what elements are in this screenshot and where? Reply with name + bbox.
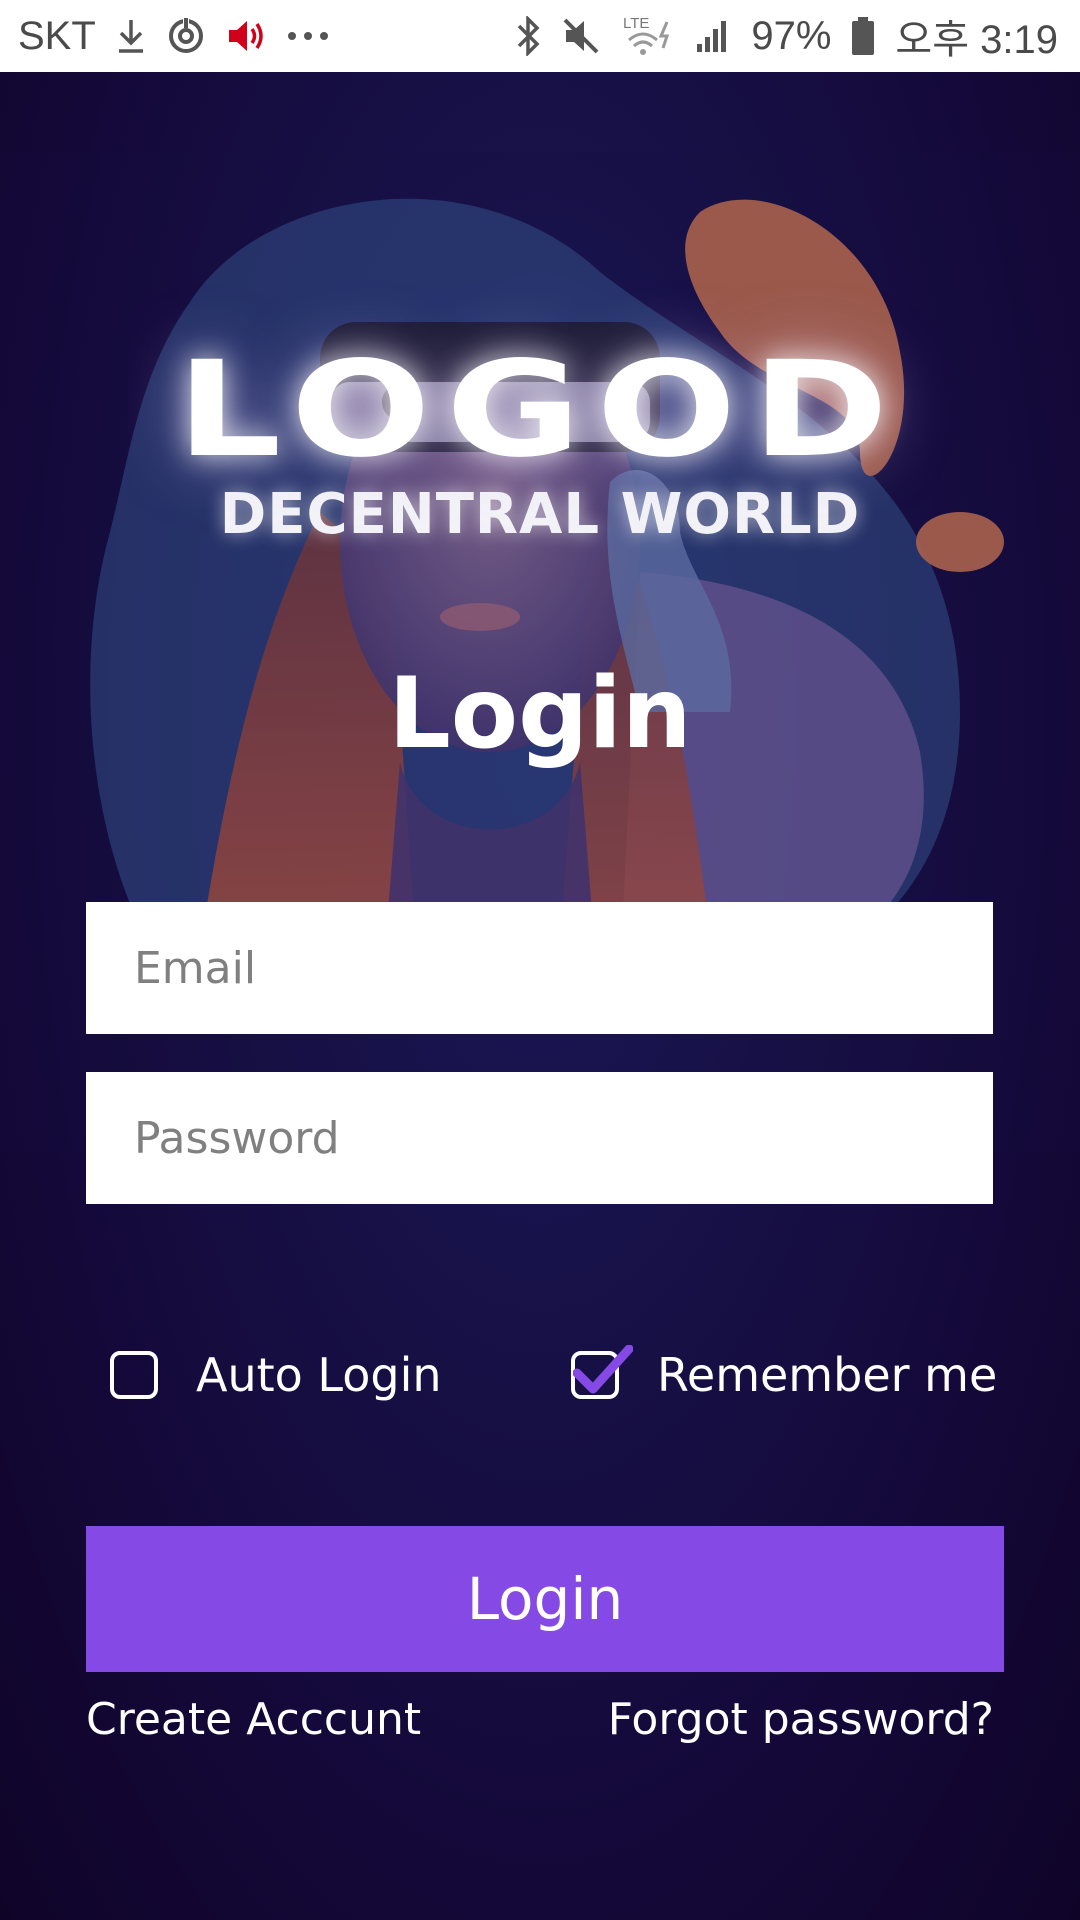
forgot-password-link[interactable]: Forgot password?	[608, 1694, 994, 1745]
status-bar-right: LTE 97% 오후 3:19	[515, 7, 1058, 65]
more-dots-icon	[286, 30, 330, 42]
page-title: Login	[388, 657, 692, 771]
logo-wordmark: LOGOD	[176, 333, 904, 487]
lte-signal-icon: LTE	[621, 14, 675, 58]
login-screen: LOGOD DECENTRAL WORLD Login Auto Login R…	[0, 72, 1080, 1920]
auto-login-option[interactable]: Auto Login	[110, 1348, 442, 1402]
battery-percent: 97%	[751, 13, 832, 58]
email-field[interactable]	[86, 902, 993, 1034]
battery-icon	[851, 16, 875, 56]
mute-icon	[561, 16, 601, 56]
volume-icon	[226, 18, 266, 54]
login-button[interactable]: Login	[86, 1526, 1004, 1672]
svg-text:LTE: LTE	[623, 15, 649, 32]
sync-icon	[166, 16, 206, 56]
remember-me-checkbox[interactable]	[571, 1345, 633, 1399]
auto-login-label: Auto Login	[196, 1348, 442, 1402]
app-logo: LOGOD DECENTRAL WORLD	[0, 340, 1080, 550]
remember-me-option[interactable]: Remember me	[571, 1345, 998, 1402]
auto-login-checkbox[interactable]	[110, 1351, 158, 1399]
clock: 오후 3:19	[895, 18, 1058, 62]
create-account-link[interactable]: Create Acccunt	[86, 1694, 421, 1745]
logo-tagline: DECENTRAL WORLD	[219, 482, 861, 547]
bluetooth-icon	[515, 16, 541, 56]
status-bar: SKT LTE 97% 오후 3:19	[0, 0, 1080, 72]
status-bar-left: SKT	[18, 14, 330, 59]
password-field[interactable]	[86, 1072, 993, 1204]
download-icon	[116, 18, 146, 54]
checkmark-icon	[573, 1345, 633, 1394]
remember-me-label: Remember me	[657, 1348, 998, 1402]
cell-signal-icon	[695, 18, 731, 54]
carrier-label: SKT	[18, 13, 96, 58]
